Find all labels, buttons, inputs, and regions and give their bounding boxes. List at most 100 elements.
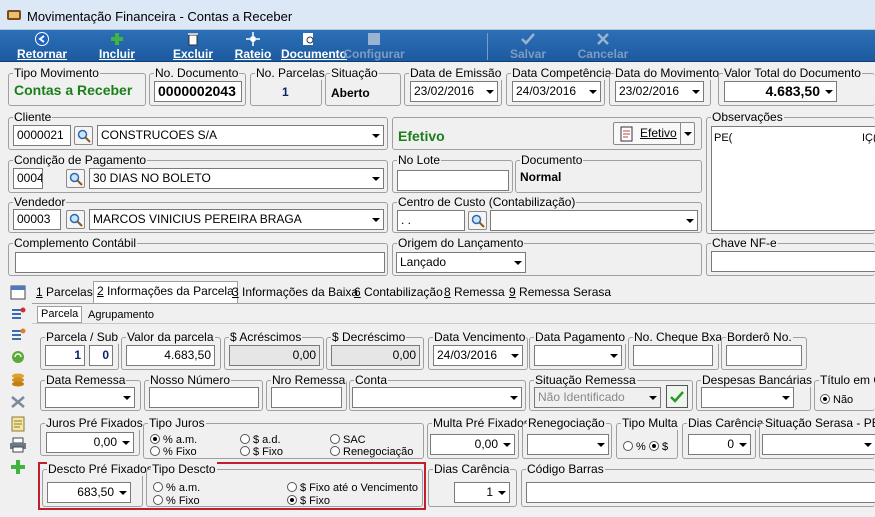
- salvar-button[interactable]: Salvar: [505, 30, 551, 62]
- condicao-codigo-field[interactable]: 0004: [13, 168, 43, 189]
- tipo-multa-valor-radio[interactable]: $: [649, 441, 668, 454]
- notepad-icon[interactable]: [9, 416, 27, 432]
- documento-button[interactable]: Documento: [281, 30, 347, 62]
- valor-parcela-group: Valor da parcela 4.683,50: [121, 330, 221, 370]
- centro-custo-select[interactable]: [490, 210, 698, 231]
- tools-icon[interactable]: [9, 394, 27, 410]
- acrescimos-field[interactable]: 0,00: [229, 345, 320, 366]
- desconto-am-radio[interactable]: % a.m.: [153, 482, 200, 495]
- chevron-down-icon: [645, 388, 660, 407]
- titulo-nao-radio[interactable]: Não: [820, 394, 853, 407]
- renegociacao-select[interactable]: [527, 434, 609, 455]
- conta-select[interactable]: [352, 387, 522, 408]
- cliente-search-button[interactable]: [74, 126, 93, 145]
- despesas-group: Despesas Bancárias: [696, 373, 814, 411]
- tipo-multa-pct-radio[interactable]: %: [623, 441, 646, 454]
- data-pagamento-picker[interactable]: [534, 345, 622, 366]
- tab-contabilizacao[interactable]: 6 Contabilização: [351, 283, 446, 303]
- tab-parcelas[interactable]: 1 Parcelas: [33, 283, 96, 303]
- codigo-barras-group: Código Barras: [521, 462, 875, 507]
- parcela-field[interactable]: 1: [45, 345, 85, 366]
- nro-remessa-field[interactable]: [271, 387, 342, 408]
- dias-carencia-multa-field[interactable]: 0: [688, 434, 751, 455]
- desconto-fixo-valor-radio[interactable]: $ Fixo: [287, 495, 330, 508]
- chave-nfe-field[interactable]: [711, 251, 875, 272]
- desconto-fixo-pct-radio[interactable]: % Fixo: [153, 495, 200, 508]
- juros-fixo-pct-radio[interactable]: % Fixo: [150, 446, 197, 459]
- vendedor-search-button[interactable]: [66, 210, 85, 229]
- rateio-button[interactable]: Rateio: [233, 30, 273, 62]
- centro-custo-codigo-field[interactable]: . .: [397, 210, 465, 231]
- cheque-field[interactable]: [633, 345, 713, 366]
- data-pagamento-group: Data Pagamento: [529, 330, 627, 370]
- chevron-down-icon: [119, 388, 134, 407]
- calendar-icon[interactable]: [9, 284, 27, 300]
- data-remessa-picker[interactable]: [45, 387, 135, 408]
- cliente-codigo-field[interactable]: 0000021: [13, 125, 71, 146]
- retornar-button[interactable]: Retornar: [10, 30, 74, 62]
- document-status-icon: [620, 126, 633, 142]
- vendedor-nome-select[interactable]: MARCOS VINICIUS PEREIRA BRAGA: [89, 209, 384, 230]
- tab-remessa-serasa[interactable]: 9 Remessa Serasa: [506, 283, 614, 303]
- condicao-nome-select[interactable]: 30 DIAS NO BOLETO: [89, 168, 384, 189]
- parcela-sub-group: Parcela / Sub 1 0: [40, 330, 120, 370]
- decrescimo-field[interactable]: 0,00: [331, 345, 420, 366]
- cliente-status-text: Efetivo: [398, 128, 445, 144]
- documento-group: Documento Normal: [515, 153, 702, 193]
- complemento-field[interactable]: [15, 252, 385, 273]
- renegociacao-group: Renegociação: [522, 416, 612, 459]
- codigo-barras-field[interactable]: [526, 482, 875, 503]
- bordero-field[interactable]: [726, 345, 802, 366]
- tab-informacoes-baixa[interactable]: 3 Informações da Baixa: [229, 283, 361, 303]
- valor-parcela-field[interactable]: 4.683,50: [126, 345, 215, 366]
- data-emissao-picker[interactable]: 23/02/2016: [410, 81, 498, 102]
- situacao-remessa-confirm-button[interactable]: [666, 385, 688, 408]
- no-lote-field[interactable]: [397, 170, 509, 191]
- add-green-icon[interactable]: [9, 459, 27, 475]
- excluir-button[interactable]: Excluir: [171, 30, 215, 62]
- dias-carencia-desconto-field[interactable]: 1: [454, 482, 510, 503]
- vendedor-codigo-field[interactable]: 00003: [13, 209, 61, 230]
- juros-field[interactable]: 0,00: [46, 432, 134, 453]
- valor-total-field[interactable]: 4.683,50: [724, 81, 837, 102]
- chave-nfe-group: Chave NF-e: [706, 236, 875, 276]
- condicao-group: Condição de Pagamento 0004 30 DIAS NO BO…: [8, 153, 388, 193]
- no-documento-field[interactable]: 0000002043: [154, 81, 242, 102]
- cliente-nome-select[interactable]: CONSTRUCOES S/A: [97, 125, 384, 146]
- coins-icon[interactable]: [9, 371, 27, 387]
- juros-renegociacao-radio[interactable]: Renegociação: [330, 446, 413, 459]
- subtabs-baseline: [32, 323, 875, 324]
- cancelar-button[interactable]: Cancelar: [575, 30, 631, 62]
- desconto-fixo-vencimento-radio[interactable]: $ Fixo até o Vencimento: [287, 482, 418, 495]
- search-icon: [77, 129, 91, 143]
- origem-select[interactable]: Lançado: [396, 252, 526, 273]
- observacoes-textarea[interactable]: PE( IÇ(: [711, 126, 875, 231]
- subtab-parcela[interactable]: Parcela: [37, 306, 83, 323]
- rateio-icon: [246, 32, 260, 46]
- situacao-serasa-select[interactable]: [762, 434, 875, 455]
- printer-icon[interactable]: [9, 437, 27, 453]
- efetivo-status-button[interactable]: Efetivo: [613, 122, 695, 145]
- check-icon: [521, 33, 535, 45]
- data-movimento-picker[interactable]: 23/02/2016: [615, 81, 704, 102]
- tab-informacoes-parcela[interactable]: 2 Informações da Parcela: [93, 281, 238, 303]
- refresh-icon[interactable]: [9, 349, 27, 365]
- nosso-numero-field[interactable]: [149, 387, 259, 408]
- despesas-select[interactable]: [701, 387, 794, 408]
- list-remove-icon[interactable]: [9, 327, 27, 343]
- juros-fixo-valor-radio[interactable]: $ Fixo: [240, 446, 283, 459]
- data-competencia-picker[interactable]: 24/03/2016: [512, 81, 601, 102]
- tab-remessa[interactable]: 8 Remessa: [441, 283, 508, 303]
- incluir-button[interactable]: Incluir: [94, 30, 140, 62]
- condicao-search-button[interactable]: [66, 169, 85, 188]
- dias-carencia-desconto-group: Dias Carência 1: [428, 462, 517, 507]
- chevron-down-icon: [368, 169, 383, 188]
- data-vencimento-picker[interactable]: 24/03/2016: [433, 345, 523, 366]
- list-add-icon[interactable]: [9, 306, 27, 322]
- situacao-remessa-select[interactable]: Não Identificado: [534, 387, 661, 408]
- multa-field[interactable]: 0,00: [430, 434, 515, 455]
- configurar-button[interactable]: Configurar: [342, 30, 406, 62]
- desconto-field[interactable]: 683,50: [47, 482, 131, 503]
- sub-field[interactable]: 0: [89, 345, 113, 366]
- centro-custo-search-button[interactable]: [468, 211, 487, 230]
